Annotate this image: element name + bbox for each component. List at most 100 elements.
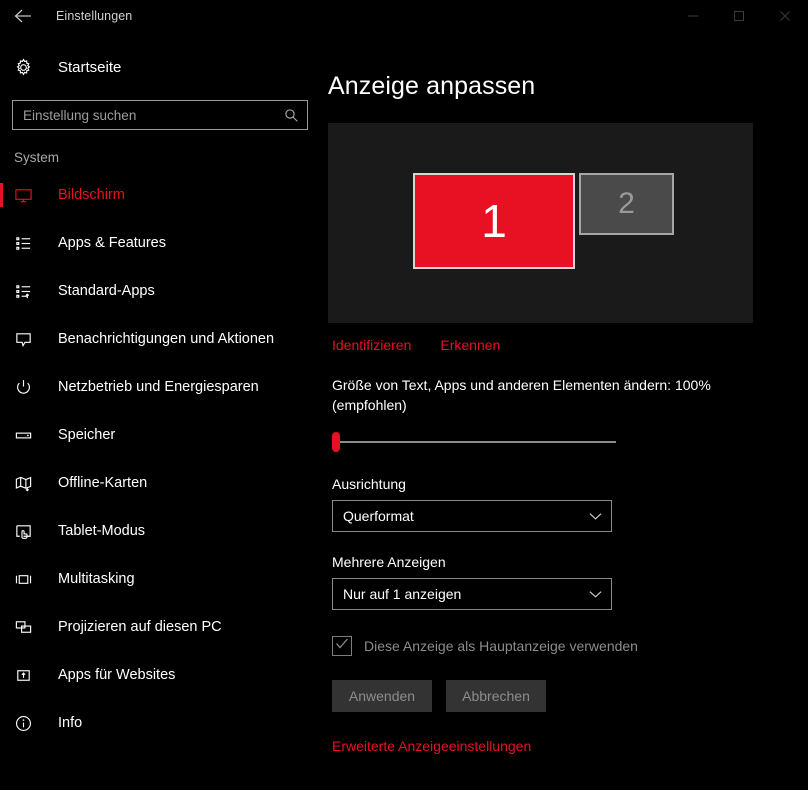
settings-window: Einstellungen Startseite Einstellung suc… xyxy=(0,0,808,790)
sidebar-item-label: Netzbetrieb und Energiesparen xyxy=(58,379,259,395)
sidebar-item-info[interactable]: Info xyxy=(0,699,322,747)
sidebar-item-label: Benachrichtigungen und Aktionen xyxy=(58,331,275,347)
minimize-button[interactable] xyxy=(670,0,716,32)
monitor-icon xyxy=(14,186,44,205)
list-arrow-icon xyxy=(14,282,44,301)
sidebar-item-netzbetrieb[interactable]: Netzbetrieb und Energiesparen xyxy=(0,363,322,411)
sidebar-item-standard-apps[interactable]: Standard-Apps xyxy=(0,267,322,315)
list-bullets-icon xyxy=(14,234,44,253)
project-screens-icon xyxy=(14,618,44,637)
titlebar-spacer xyxy=(132,0,670,32)
search-icon xyxy=(284,108,299,123)
tablet-touch-icon xyxy=(14,522,44,541)
multiple-displays-label: Mehrere Anzeigen xyxy=(332,554,446,570)
sidebar-item-bildschirm[interactable]: Bildschirm xyxy=(0,171,322,219)
speech-bubble-icon xyxy=(14,330,44,349)
sidebar-item-offline-karten[interactable]: Offline-Karten xyxy=(0,459,322,507)
main-display-checkbox-label: Diese Anzeige als Hauptanzeige verwenden xyxy=(364,638,638,654)
sidebar-item-label: Offline-Karten xyxy=(58,475,148,491)
sidebar-section-title: System xyxy=(14,150,60,165)
cancel-button[interactable]: Abbrechen xyxy=(446,680,546,712)
maximize-button[interactable] xyxy=(716,0,762,32)
detect-link[interactable]: Erkennen xyxy=(440,337,500,353)
sidebar-item-tablet-modus[interactable]: Tablet-Modus xyxy=(0,507,322,555)
orientation-dropdown[interactable]: Querformat xyxy=(332,500,612,532)
display-actions: Identifizieren Erkennen xyxy=(332,337,808,353)
advanced-display-settings-link[interactable]: Erweiterte Anzeigeeinstellungen xyxy=(332,738,531,754)
main-display-checkbox-row[interactable]: Diese Anzeige als Hauptanzeige verwenden xyxy=(332,636,808,656)
window-title: Einstellungen xyxy=(56,9,133,23)
checkmark-icon xyxy=(335,637,349,655)
sidebar-item-label: Info xyxy=(58,715,83,731)
selection-indicator xyxy=(0,231,3,255)
chevron-down-icon xyxy=(589,590,602,599)
sidebar-item-apps-features[interactable]: Apps & Features xyxy=(0,219,322,267)
back-button[interactable] xyxy=(0,0,46,32)
slider-track xyxy=(336,441,616,443)
main-display-checkbox[interactable] xyxy=(332,636,352,656)
search-input[interactable] xyxy=(23,107,284,123)
map-icon xyxy=(14,474,44,493)
selection-indicator xyxy=(0,423,3,447)
sidebar-item-speicher[interactable]: Speicher xyxy=(0,411,322,459)
sidebar-item-multitasking[interactable]: Multitasking xyxy=(0,555,322,603)
sidebar-item-home[interactable]: Startseite xyxy=(0,46,322,88)
minimize-icon xyxy=(687,10,699,22)
identify-link[interactable]: Identifizieren xyxy=(332,337,411,353)
close-icon xyxy=(779,10,791,22)
selection-indicator xyxy=(0,519,3,543)
selection-indicator xyxy=(0,663,3,687)
search-box[interactable] xyxy=(12,100,308,130)
selection-indicator xyxy=(0,327,3,351)
scaling-slider[interactable] xyxy=(332,430,616,454)
gear-icon xyxy=(14,57,44,77)
app-website-icon xyxy=(14,666,44,685)
sidebar-item-label: Apps & Features xyxy=(58,235,166,251)
sidebar-item-label: Standard-Apps xyxy=(58,283,155,299)
selection-indicator xyxy=(0,711,3,735)
sidebar-nav: Bildschirm Apps & Features Standard-Apps… xyxy=(0,171,322,747)
close-button[interactable] xyxy=(762,0,808,32)
sidebar-item-label: Multitasking xyxy=(58,571,135,587)
page-title: Anzeige anpassen xyxy=(328,72,536,100)
sidebar-item-label: Bildschirm xyxy=(58,187,125,203)
multiple-displays-value: Nur auf 1 anzeigen xyxy=(343,586,462,602)
selection-indicator xyxy=(0,567,3,591)
orientation-value: Querformat xyxy=(343,508,414,524)
back-arrow-icon xyxy=(13,8,33,24)
display-number: 1 xyxy=(481,195,507,247)
window-body: Startseite System xyxy=(0,32,808,790)
display-preview-1[interactable]: 1 xyxy=(413,173,575,269)
main-content: Anzeige anpassen 1 2 Identifizieren Erke… xyxy=(322,32,808,790)
scaling-label: Größe von Text, Apps und anderen Element… xyxy=(332,377,711,413)
maximize-icon xyxy=(733,10,745,22)
display-preview-2[interactable]: 2 xyxy=(579,173,674,235)
sidebar-item-apps-fuer-websites[interactable]: Apps für Websites xyxy=(0,651,322,699)
sidebar-item-label: Tablet-Modus xyxy=(58,523,146,539)
sidebar: Startseite System xyxy=(0,32,322,790)
selection-indicator xyxy=(0,375,3,399)
display-arrangement-panel[interactable]: 1 2 xyxy=(328,123,753,323)
selection-indicator xyxy=(0,615,3,639)
drive-icon xyxy=(14,426,44,445)
display-number: 2 xyxy=(618,187,635,220)
title-bar: Einstellungen xyxy=(0,0,808,32)
power-icon xyxy=(14,378,44,397)
action-buttons: Anwenden Abbrechen xyxy=(332,680,808,712)
apply-button[interactable]: Anwenden xyxy=(332,680,432,712)
slider-thumb[interactable] xyxy=(332,432,340,452)
chevron-down-icon xyxy=(589,512,602,521)
sidebar-item-benachrichtigungen[interactable]: Benachrichtigungen und Aktionen xyxy=(0,315,322,363)
selection-indicator xyxy=(0,279,3,303)
sidebar-item-label: Speicher xyxy=(58,427,116,443)
sidebar-item-projizieren[interactable]: Projizieren auf diesen PC xyxy=(0,603,322,651)
selection-indicator xyxy=(0,183,3,207)
multitask-icon xyxy=(14,570,44,589)
sidebar-item-label: Projizieren auf diesen PC xyxy=(58,619,222,635)
multiple-displays-dropdown[interactable]: Nur auf 1 anzeigen xyxy=(332,578,612,610)
selection-indicator xyxy=(0,471,3,495)
orientation-label: Ausrichtung xyxy=(332,476,406,492)
sidebar-item-label: Apps für Websites xyxy=(58,667,176,683)
info-icon xyxy=(14,714,44,733)
sidebar-home-label: Startseite xyxy=(58,58,122,76)
